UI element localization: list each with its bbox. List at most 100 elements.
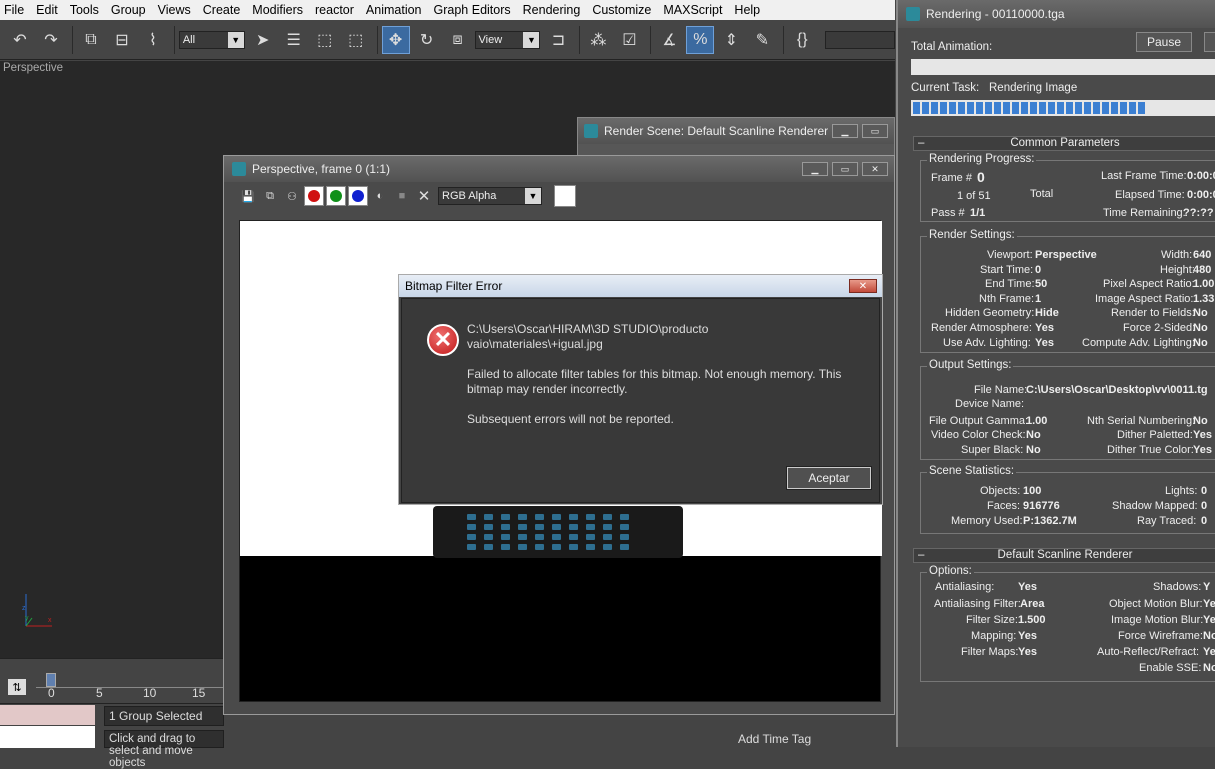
menu-help[interactable]: Help	[728, 0, 766, 20]
select-link-icon[interactable]: ⧉	[77, 26, 105, 54]
red-channel-toggle[interactable]	[304, 186, 324, 206]
menu-graph-editors[interactable]: Graph Editors	[428, 0, 517, 20]
menu-create[interactable]: Create	[197, 0, 247, 20]
elapsed-time-value: 0:00:0	[1187, 189, 1215, 201]
reference-coord-dropdown[interactable]: View ▼	[474, 30, 541, 49]
menu-tools[interactable]: Tools	[64, 0, 105, 20]
edit-named-selection-icon[interactable]: ✎	[748, 26, 776, 54]
keyboard-shortcut-override-icon[interactable]: ⁂	[584, 26, 612, 54]
select-and-scale-icon[interactable]: ⧈	[444, 26, 472, 54]
prompt-line: Click and drag to select and move object…	[104, 730, 224, 769]
progress-segment	[1129, 102, 1136, 114]
mini-curve-editor-icon[interactable]: ⇅	[8, 679, 26, 695]
undo-icon[interactable]: ↶	[6, 26, 34, 54]
error-dialog-titlebar[interactable]: Bitmap Filter Error	[399, 275, 882, 297]
close-button[interactable]: ✕	[862, 162, 888, 176]
green-channel-toggle[interactable]	[326, 186, 346, 206]
chevron-down-icon: ▼	[523, 31, 540, 48]
rendering-progress-window: Rendering - 00110000.tga Total Animation…	[896, 0, 1215, 747]
select-and-rotate-icon[interactable]: ↻	[413, 26, 441, 54]
current-task-label: Current Task:	[911, 82, 980, 94]
menu-rendering[interactable]: Rendering	[517, 0, 587, 20]
time-slider-handle[interactable]	[46, 673, 56, 687]
maximize-button[interactable]: ▭	[832, 162, 858, 176]
menu-file[interactable]: File	[0, 0, 30, 20]
total-animation-progress-bar	[911, 59, 1215, 75]
force-2-sided-label: Force 2-Sided:	[1123, 322, 1196, 334]
selection-filter-dropdown[interactable]: All ▼	[178, 30, 245, 49]
maxscript-listener-mini[interactable]	[0, 705, 95, 725]
selection-status: 1 Group Selected	[104, 706, 224, 726]
blue-channel-toggle[interactable]	[348, 186, 368, 206]
cancel-button[interactable]	[1204, 32, 1215, 52]
shadow-mapped-label: Shadow Mapped:	[1112, 500, 1198, 512]
frame-window-titlebar[interactable]: Perspective, frame 0 (1:1)	[224, 156, 894, 182]
minimize-button[interactable]: ▁	[802, 162, 828, 176]
hidden-geometry-value: Hide	[1035, 307, 1059, 319]
select-object-icon[interactable]: ➤	[249, 26, 277, 54]
shadows-label: Shadows:	[1153, 581, 1202, 593]
common-parameters-rollout[interactable]: – Common Parameters	[913, 136, 1215, 151]
lights-value: 0	[1201, 485, 1208, 497]
menu-reactor[interactable]: reactor	[309, 0, 360, 20]
bind-space-warp-icon[interactable]: ⌇	[139, 26, 167, 54]
rendered-key	[620, 544, 629, 550]
rendering-window-titlebar[interactable]: Rendering - 00110000.tga	[898, 0, 1215, 28]
spinner-snap-icon[interactable]: ⇕	[717, 26, 745, 54]
percent-snap-icon[interactable]: %	[686, 25, 715, 54]
menu-group[interactable]: Group	[105, 0, 152, 20]
timeline-tick: 0	[48, 686, 55, 700]
menu-edit[interactable]: Edit	[30, 0, 64, 20]
rendering-progress-label: Rendering Progress:	[927, 153, 1037, 165]
channel-display-dropdown[interactable]: RGB Alpha ▼	[438, 187, 542, 205]
alpha-channel-icon[interactable]: ■	[392, 186, 412, 206]
default-scanline-renderer-rollout[interactable]: – Default Scanline Renderer	[913, 548, 1215, 563]
angle-snap-icon[interactable]: ∡	[655, 26, 683, 54]
object-motion-blur-label: Object Motion Blur:	[1109, 598, 1203, 610]
pause-button[interactable]: Pause	[1136, 32, 1192, 52]
width-label: Width:	[1161, 249, 1193, 261]
select-by-name-icon[interactable]: ☰	[280, 26, 308, 54]
rendered-key	[620, 524, 629, 530]
progress-segment	[940, 102, 947, 114]
antialiasing-filter-label: Antialiasing Filter:	[934, 598, 1021, 610]
menu-maxscript[interactable]: MAXScript	[657, 0, 728, 20]
color-swatch[interactable]	[554, 185, 576, 207]
menu-animation[interactable]: Animation	[360, 0, 428, 20]
menu-modifiers[interactable]: Modifiers	[246, 0, 309, 20]
named-selection-sets-icon[interactable]: {}	[788, 26, 816, 54]
redo-icon[interactable]: ↷	[37, 26, 65, 54]
unlink-icon[interactable]: ⊟	[108, 26, 136, 54]
mono-display-icon[interactable]: ◐	[370, 186, 390, 206]
pivot-center-icon[interactable]: ⊐	[544, 26, 572, 54]
force-2-sided-value: No	[1193, 322, 1208, 334]
progress-segment	[1039, 102, 1046, 114]
super-black-label: Super Black:	[961, 444, 1024, 456]
viewport-label[interactable]: Perspective	[3, 62, 63, 74]
maxscript-listener-input[interactable]	[0, 726, 95, 748]
add-time-tag-button[interactable]: Add Time Tag	[730, 730, 840, 748]
minimize-button[interactable]: ▁	[832, 124, 858, 138]
svg-text:y: y	[25, 615, 29, 622]
progress-segment	[1048, 102, 1055, 114]
rendered-key	[518, 534, 527, 540]
snaps-toggle-icon[interactable]: ☑	[615, 26, 643, 54]
enable-sse-label: Enable SSE:	[1139, 662, 1202, 674]
clone-frame-icon[interactable]: ⧉	[260, 186, 280, 206]
maximize-button[interactable]: ▭	[862, 124, 888, 138]
menu-customize[interactable]: Customize	[586, 0, 657, 20]
current-task-progress-bar	[911, 100, 1215, 116]
objects-value: 100	[1023, 485, 1042, 497]
clear-icon[interactable]: ✕	[414, 186, 434, 206]
menu-views[interactable]: Views	[152, 0, 197, 20]
window-crossing-icon[interactable]: ⬚	[342, 26, 370, 54]
time-slider-area[interactable]: ⇅ 0 5 10 15	[0, 658, 226, 702]
rectangular-selection-icon[interactable]: ⬚	[311, 26, 339, 54]
close-button[interactable]: ✕	[849, 279, 877, 293]
named-selection-field[interactable]	[825, 30, 896, 49]
ok-button[interactable]: Aceptar	[786, 466, 872, 490]
save-bitmap-icon[interactable]: 💾	[238, 186, 258, 206]
select-and-move-icon[interactable]: ✥	[381, 25, 410, 54]
common-parameters-title: Common Parameters	[1010, 137, 1120, 149]
track-display-icon[interactable]: ⚇	[282, 186, 302, 206]
